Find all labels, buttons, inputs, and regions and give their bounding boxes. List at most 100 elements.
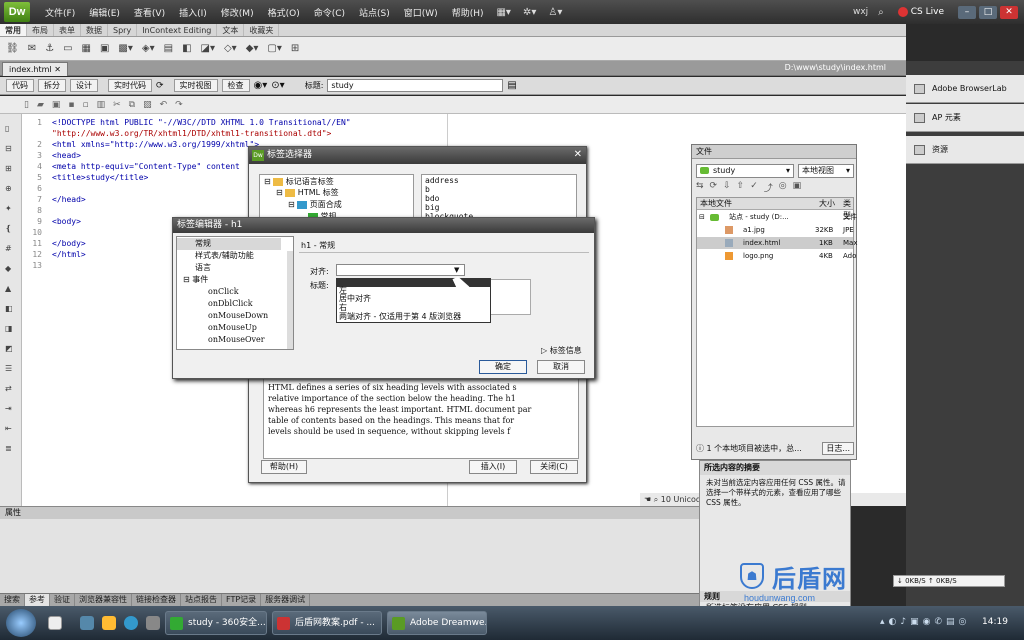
save-icon[interactable]: ▪ bbox=[68, 100, 74, 110]
hand-icon[interactable]: ☚ ⌕ bbox=[644, 495, 661, 504]
user-name[interactable]: wxj bbox=[853, 7, 872, 17]
table-icon[interactable]: ▦ bbox=[82, 43, 91, 54]
menu-file[interactable]: 文件(F) bbox=[38, 6, 82, 19]
c-drive-icon[interactable] bbox=[48, 616, 62, 630]
tag-chooser-icon[interactable]: ⊞ bbox=[291, 43, 299, 54]
insert-tab-incontext[interactable]: InContext Editing bbox=[137, 24, 218, 36]
properties-header[interactable]: 属性 bbox=[0, 506, 700, 519]
insert-button[interactable]: 插入(I) bbox=[469, 460, 517, 474]
file-row-site[interactable]: ⊟ 站点 - study (D:... 文件 bbox=[697, 211, 857, 223]
taskbar-item-browser[interactable]: study - 360安全... bbox=[165, 611, 267, 635]
cancel-button[interactable]: 取消 bbox=[537, 360, 585, 374]
insert-tab-favorites[interactable]: 收藏夹 bbox=[244, 24, 280, 36]
checkout-icon[interactable]: ✓ bbox=[750, 181, 758, 195]
event-ondblclick[interactable]: onDblClick bbox=[177, 298, 281, 310]
menu-edit[interactable]: 编辑(E) bbox=[82, 6, 127, 19]
anchor-icon[interactable]: ⚓ bbox=[45, 43, 54, 54]
menu-view[interactable]: 查看(V) bbox=[127, 6, 172, 19]
close-button[interactable]: ✕ bbox=[1000, 5, 1018, 19]
tab-ftp-log[interactable]: FTP记录 bbox=[222, 594, 262, 606]
title-input[interactable]: study bbox=[327, 79, 504, 92]
file-management-icon[interactable]: ▤ bbox=[507, 80, 516, 91]
redo-icon[interactable]: ↷ bbox=[175, 100, 183, 110]
cut-icon[interactable]: ✂ bbox=[113, 100, 121, 110]
category-events[interactable]: ⊟ 事件 bbox=[177, 274, 281, 286]
user-icon[interactable]: ♙▾ bbox=[542, 7, 568, 18]
syntax-error-icon[interactable]: ▲ bbox=[5, 284, 17, 293]
explorer-icon[interactable] bbox=[102, 616, 116, 630]
hyperlink-icon[interactable]: ⛓ bbox=[6, 43, 19, 54]
comment-icon[interactable]: ◪▾ bbox=[201, 43, 215, 54]
assets-panel[interactable]: 资源 bbox=[906, 136, 1024, 164]
search-icon[interactable]: ⌕ bbox=[872, 7, 890, 18]
align-select[interactable] bbox=[336, 264, 465, 276]
maximize-button[interactable]: □ bbox=[979, 5, 997, 19]
undo-icon[interactable]: ↶ bbox=[160, 100, 168, 110]
category-general[interactable]: 常规 bbox=[177, 238, 281, 250]
tree-item[interactable]: ⊟ 页面合成 bbox=[288, 199, 342, 211]
code-view-button[interactable]: 代码 bbox=[6, 79, 34, 92]
insert-tab-spry[interactable]: Spry bbox=[108, 24, 138, 36]
browser-icon[interactable] bbox=[124, 616, 138, 630]
div-icon[interactable]: ▣ bbox=[100, 43, 109, 54]
menu-format[interactable]: 格式(O) bbox=[261, 6, 307, 19]
layout-icon[interactable]: ▦▾ bbox=[490, 7, 516, 18]
start-button[interactable] bbox=[6, 609, 36, 637]
new-document-icon[interactable]: ▯ bbox=[24, 100, 29, 110]
menu-site[interactable]: 站点(S) bbox=[352, 6, 397, 19]
media-icon[interactable]: ◈▾ bbox=[142, 43, 155, 54]
select-parent-icon[interactable]: ✦ bbox=[5, 204, 17, 213]
browse-icon[interactable]: ▣ bbox=[52, 100, 61, 110]
put-icon[interactable]: ⇧ bbox=[737, 181, 745, 195]
document-tab[interactable]: index.html ✕ bbox=[2, 62, 68, 76]
tab-validation[interactable]: 验证 bbox=[50, 594, 75, 606]
split-view-button[interactable]: 拆分 bbox=[38, 79, 66, 92]
menu-help[interactable]: 帮助(H) bbox=[445, 6, 491, 19]
help-button[interactable]: 帮助(H) bbox=[261, 460, 307, 474]
category-language[interactable]: 语言 bbox=[177, 262, 281, 274]
tab-browser-compat[interactable]: 浏览器兼容性 bbox=[75, 594, 132, 606]
format-source-icon[interactable]: ≣ bbox=[5, 444, 17, 453]
insert-tab-data[interactable]: 数据 bbox=[81, 24, 108, 36]
media-icon[interactable] bbox=[146, 616, 160, 630]
ap-elements-panel[interactable]: AP 元素 bbox=[906, 104, 1024, 132]
menu-modify[interactable]: 修改(M) bbox=[214, 6, 261, 19]
close-icon[interactable]: ✕ bbox=[574, 148, 582, 162]
col-local-files[interactable]: 本地文件 bbox=[700, 198, 732, 210]
server-include-icon[interactable]: ◧ bbox=[182, 43, 191, 54]
inspect-button[interactable]: 检查 bbox=[221, 79, 250, 92]
email-link-icon[interactable]: ✉ bbox=[28, 43, 36, 54]
insert-tab-text[interactable]: 文本 bbox=[217, 24, 245, 36]
close-button[interactable]: 关闭(C) bbox=[530, 460, 578, 474]
tab-search[interactable]: 搜索 bbox=[0, 594, 25, 606]
file-row[interactable]: a1.jpg 32KB JPE bbox=[697, 224, 854, 236]
checkin-icon[interactable]: ⤴ bbox=[764, 181, 773, 195]
tree-item[interactable]: ⊟ HTML 标签 bbox=[276, 187, 339, 199]
event-onclick[interactable]: onClick bbox=[177, 286, 281, 298]
file-row-selected[interactable]: index.html 1KB Max bbox=[697, 237, 857, 249]
save-all-icon[interactable]: ▫ bbox=[83, 100, 89, 110]
menu-insert[interactable]: 插入(I) bbox=[172, 6, 214, 19]
tab-site-reports[interactable]: 站点报告 bbox=[181, 594, 222, 606]
wrap-tag-icon[interactable]: ◩ bbox=[5, 344, 17, 353]
globe-icon[interactable]: ◉▾ bbox=[254, 80, 268, 91]
view-select[interactable]: 本地视图 ▾ bbox=[798, 164, 854, 178]
ok-button[interactable]: 确定 bbox=[479, 360, 527, 374]
outdent-icon[interactable]: ⇤ bbox=[5, 424, 17, 433]
copy-icon[interactable]: ⧉ bbox=[129, 100, 135, 110]
apply-comment-icon[interactable]: ◧ bbox=[5, 304, 17, 313]
clock[interactable]: 14:19 bbox=[982, 610, 1008, 634]
event-onmouseup[interactable]: onMouseUp bbox=[177, 322, 281, 334]
align-option-right[interactable]: 右 bbox=[339, 304, 489, 312]
align-option-justify[interactable]: 两端对齐 - 仅适用于第 4 版浏览器 bbox=[339, 313, 489, 321]
site-select[interactable]: study ▾ bbox=[696, 164, 794, 178]
tag-list-item[interactable]: address bbox=[425, 175, 459, 187]
menu-commands[interactable]: 命令(C) bbox=[307, 6, 352, 19]
hr-icon[interactable]: ▭ bbox=[63, 43, 72, 54]
category-style[interactable]: 样式表/辅助功能 bbox=[177, 250, 281, 262]
remove-comment-icon[interactable]: ◨ bbox=[5, 324, 17, 333]
taskbar-item-pdf[interactable]: 后盾网教案.pdf - ... bbox=[272, 611, 382, 635]
live-view-button[interactable]: 实时视图 bbox=[173, 79, 218, 92]
expand-icon[interactable]: ▣ bbox=[793, 181, 802, 195]
align-option-center[interactable]: 居中对齐 bbox=[339, 295, 489, 303]
